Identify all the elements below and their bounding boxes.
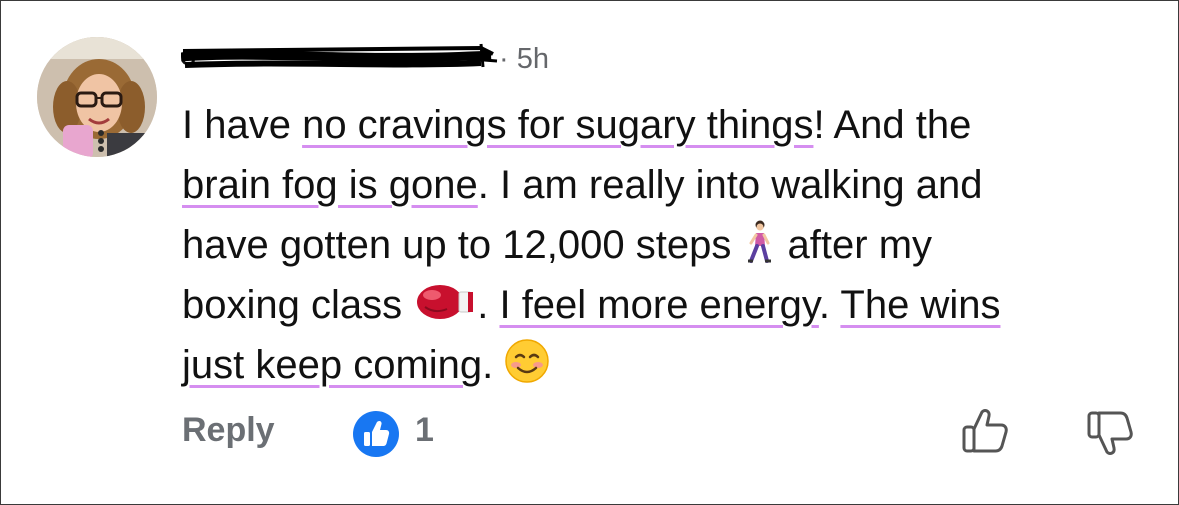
comment-actions: Reply 1 — [182, 405, 1142, 459]
highlighted-text: I feel more energy — [499, 283, 819, 327]
comment-line: just keep coming. — [182, 335, 1142, 395]
comment-text-segment: have gotten up to 12,000 steps — [182, 223, 743, 267]
highlighted-text: just keep coming — [182, 343, 483, 387]
comment-text-segment: . — [818, 283, 841, 327]
timestamp: · 5h — [499, 43, 549, 75]
comment-text-segment: ! And the — [813, 103, 972, 147]
avatar[interactable] — [37, 37, 157, 157]
comment-text-segment: . — [482, 343, 505, 387]
highlighted-text: no cravings for sugary things — [302, 103, 814, 147]
comment-text: I have no cravings for sugary things! An… — [182, 95, 1142, 395]
like-thumb-badge-icon[interactable] — [352, 410, 400, 463]
highlighted-text: The wins — [840, 283, 1001, 327]
comment-text-segment: boxing class — [182, 283, 414, 327]
comment-line: boxing class . I feel more energy. The w… — [182, 275, 1142, 335]
comment-line: I have no cravings for sugary things! An… — [182, 95, 1142, 155]
comment-text-segment: . — [477, 283, 500, 327]
highlighted-text: brain fog is gone — [182, 163, 478, 207]
comment-text-segment: . I am really into walking and — [477, 163, 983, 207]
author-name[interactable]: S — [181, 45, 499, 73]
thumb-down-outline-icon[interactable] — [1085, 408, 1135, 463]
boxing-glove-emoji — [413, 280, 477, 341]
like-count: 1 — [415, 411, 434, 449]
comment-line: have gotten up to 12,000 steps after my — [182, 215, 1142, 275]
walking-woman-emoji — [742, 220, 776, 281]
profile-photo — [37, 37, 157, 157]
comment-line: brain fog is gone. I am really into walk… — [182, 155, 1142, 215]
comment-card: S · 5h I have no cravings for sugary thi… — [0, 0, 1179, 505]
comment-text-segment: I have — [182, 103, 303, 147]
thumb-up-outline-icon[interactable] — [960, 406, 1010, 461]
smiling-face-emoji — [504, 338, 550, 401]
comment-text-segment: after my — [776, 223, 933, 267]
reply-button[interactable]: Reply — [182, 411, 275, 450]
